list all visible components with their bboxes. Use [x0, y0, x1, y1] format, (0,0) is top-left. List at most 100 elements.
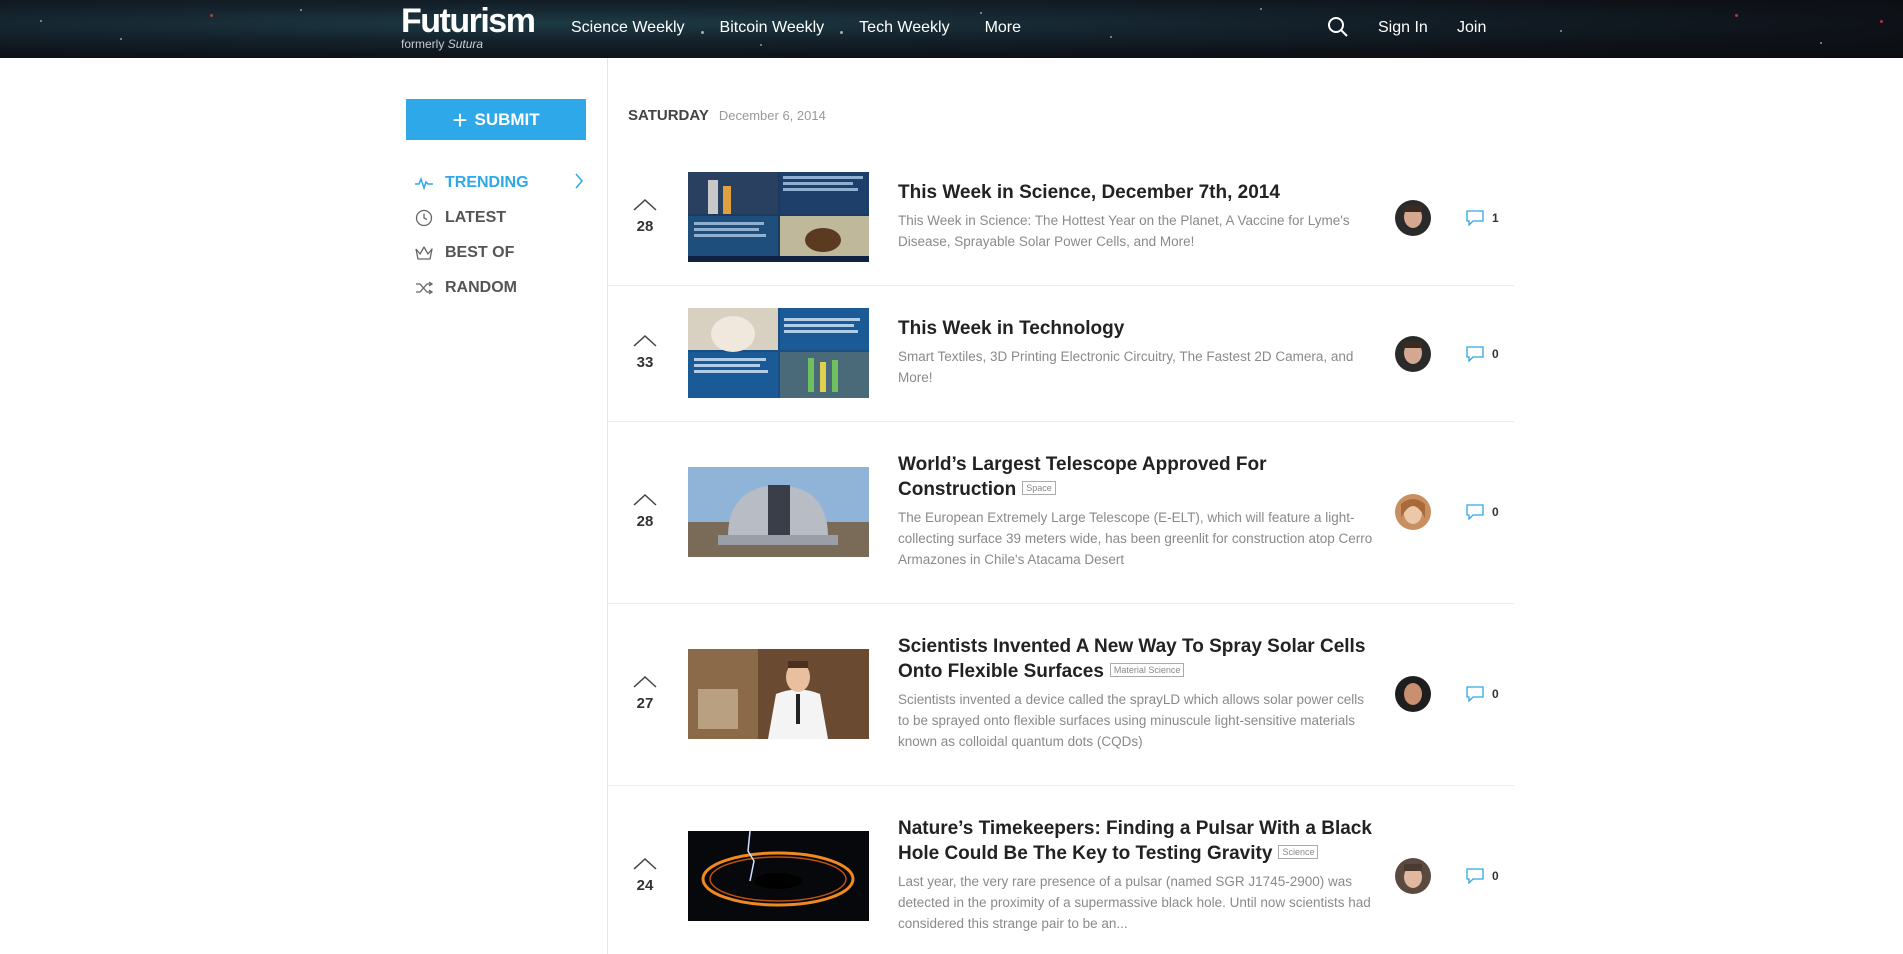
upvote-button[interactable]: 28 [630, 492, 660, 530]
vote-count: 28 [636, 218, 654, 235]
post-item: 28 World’s Largest Telescope Approved Fo… [608, 422, 1514, 604]
crown-icon [414, 243, 434, 263]
post-title[interactable]: This Week in Technology [898, 316, 1378, 341]
logo-sub-name: Sutura [447, 37, 484, 51]
nav-separator [700, 30, 704, 34]
post-item: 27 Scientists Invented A New Way To Spra… [608, 604, 1514, 786]
nav-more[interactable]: More [985, 19, 1021, 37]
vote-count: 28 [636, 513, 654, 530]
avatar[interactable] [1395, 494, 1431, 530]
date-heading: SATURDAY December 6, 2014 [628, 107, 826, 124]
pulse-icon [414, 173, 434, 193]
date-full: December 6, 2014 [718, 108, 826, 123]
upvote-button[interactable]: 24 [630, 856, 660, 894]
post-description: Smart Textiles, 3D Printing Electronic C… [898, 349, 1354, 385]
comments-button[interactable]: 0 [1466, 868, 1499, 884]
category-tag[interactable]: Material Science [1109, 662, 1185, 677]
chevron-up-icon [633, 675, 657, 688]
post-text: This Week in Science, December 7th, 2014… [898, 180, 1378, 252]
avatar[interactable] [1395, 676, 1431, 712]
plus-icon: + [452, 104, 468, 135]
chevron-up-icon [633, 857, 657, 870]
comments-button[interactable]: 1 [1466, 210, 1499, 226]
vote-count: 27 [636, 695, 654, 712]
sidebar-item-trending[interactable]: TRENDING [414, 165, 584, 200]
shuffle-icon [414, 278, 434, 298]
comment-count: 1 [1492, 211, 1499, 225]
nav-science-weekly[interactable]: Science Weekly [571, 19, 685, 37]
comment-count: 0 [1492, 687, 1499, 701]
comment-icon [1466, 868, 1484, 884]
post-title[interactable]: World’s Largest Telescope Approved For C… [898, 452, 1378, 502]
post-title-text: This Week in Technology [898, 318, 1125, 339]
comment-count: 0 [1492, 869, 1499, 883]
logo-sub-prefix: formerly [401, 37, 445, 51]
post-description: Last year, the very rare presence of a p… [898, 874, 1371, 931]
post-description: This Week in Science: The Hottest Year o… [898, 213, 1350, 249]
post-item: 28 This Week in Science, December 7th, 2… [608, 150, 1514, 286]
avatar[interactable] [1395, 858, 1431, 894]
comment-icon [1466, 346, 1484, 362]
post-title-text: This Week in Science, December 7th, 2014 [898, 182, 1280, 203]
post-title[interactable]: Nature’s Timekeepers: Finding a Pulsar W… [898, 816, 1378, 866]
sidebar-item-latest[interactable]: LATEST [414, 200, 584, 235]
comment-count: 0 [1492, 347, 1499, 361]
sidebar-item-random[interactable]: RANDOM [414, 270, 584, 305]
post-thumbnail[interactable] [688, 467, 869, 557]
chevron-right-icon [574, 173, 584, 194]
comments-button[interactable]: 0 [1466, 504, 1499, 520]
post-text: Scientists Invented A New Way To Spray S… [898, 634, 1378, 752]
nav-tech-weekly[interactable]: Tech Weekly [859, 19, 949, 37]
category-tag[interactable]: Space [1022, 480, 1056, 495]
category-tag[interactable]: Science [1278, 844, 1319, 859]
vote-count: 24 [636, 877, 654, 894]
search-icon[interactable] [1327, 16, 1351, 40]
post-thumbnail[interactable] [688, 831, 869, 921]
submit-button[interactable]: + SUBMIT [406, 99, 586, 140]
post-title-text: World’s Largest Telescope Approved For C… [898, 454, 1267, 500]
sidebar-item-label: RANDOM [445, 278, 517, 296]
comments-button[interactable]: 0 [1466, 346, 1499, 362]
join-link[interactable]: Join [1457, 19, 1486, 37]
clock-icon [414, 208, 434, 228]
post-thumbnail[interactable] [688, 308, 869, 398]
site-logo[interactable]: Futurism formerly Sutura [401, 2, 536, 51]
comments-button[interactable]: 0 [1466, 686, 1499, 702]
chevron-up-icon [633, 198, 657, 211]
avatar[interactable] [1395, 200, 1431, 236]
submit-label: SUBMIT [474, 109, 540, 129]
post-text: World’s Largest Telescope Approved For C… [898, 452, 1378, 570]
avatar[interactable] [1395, 336, 1431, 372]
main-nav: Science Weekly Bitcoin Weekly Tech Weekl… [571, 19, 1037, 37]
top-navigation-bar: Futurism formerly Sutura Science Weekly … [0, 0, 1903, 58]
sidebar-item-best-of[interactable]: BEST OF [414, 235, 584, 270]
post-item: 24 Nature’s Timekeepers: Finding a Pulsa… [608, 786, 1514, 954]
sidebar-item-label: BEST OF [445, 243, 515, 261]
post-text: Nature’s Timekeepers: Finding a Pulsar W… [898, 816, 1378, 934]
sidebar-item-label: LATEST [445, 208, 507, 226]
nav-bitcoin-weekly[interactable]: Bitcoin Weekly [720, 19, 825, 37]
upvote-button[interactable]: 27 [630, 674, 660, 712]
post-thumbnail[interactable] [688, 649, 869, 739]
chevron-up-icon [633, 334, 657, 347]
sidebar-item-label: TRENDING [445, 173, 529, 191]
comment-icon [1466, 210, 1484, 226]
upvote-button[interactable]: 28 [630, 197, 660, 235]
sidebar-menu: TRENDING LATEST BEST OF RANDOM [414, 165, 584, 305]
post-thumbnail[interactable] [688, 172, 869, 262]
post-title[interactable]: This Week in Science, December 7th, 2014 [898, 180, 1378, 205]
vote-count: 33 [636, 354, 654, 371]
post-item: 33 This Week in Technology Smart Textile… [608, 286, 1514, 422]
nav-separator [840, 30, 844, 34]
comment-icon [1466, 686, 1484, 702]
logo-wordmark: Futurism [401, 2, 536, 40]
date-day: SATURDAY [628, 107, 709, 124]
upvote-button[interactable]: 33 [630, 333, 660, 371]
chevron-up-icon [633, 493, 657, 506]
post-text: This Week in Technology Smart Textiles, … [898, 316, 1378, 388]
post-description: The European Extremely Large Telescope (… [898, 510, 1373, 567]
comment-icon [1466, 504, 1484, 520]
post-title[interactable]: Scientists Invented A New Way To Spray S… [898, 634, 1378, 684]
sign-in-link[interactable]: Sign In [1378, 19, 1428, 37]
post-description: Scientists invented a device called the … [898, 692, 1364, 749]
